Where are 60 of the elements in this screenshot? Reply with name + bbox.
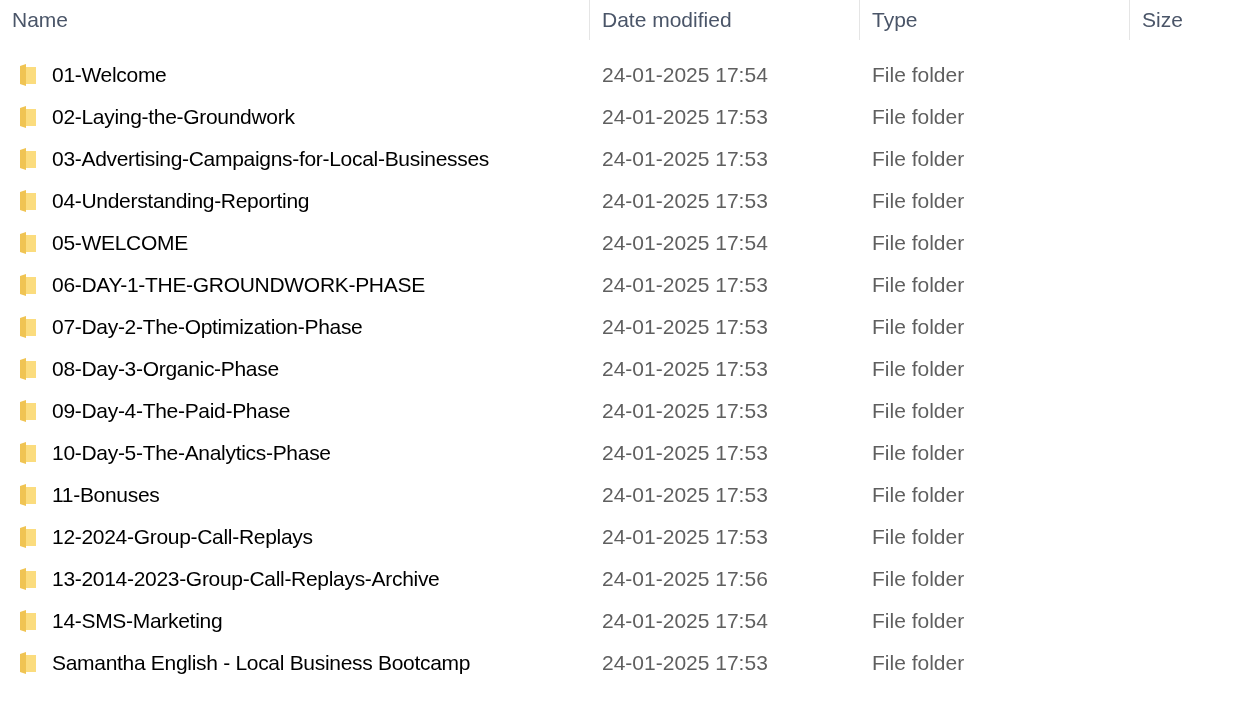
date-modified: 24-01-2025 17:54 [602,231,768,254]
folder-icon [18,189,38,213]
file-name[interactable]: 12-2024-Group-Call-Replays [52,525,313,549]
file-name[interactable]: 09-Day-4-The-Paid-Phase [52,399,291,423]
date-modified: 24-01-2025 17:53 [602,399,768,422]
folder-icon [18,609,38,633]
date-modified: 24-01-2025 17:56 [602,567,768,590]
date-modified: 24-01-2025 17:53 [602,105,768,128]
file-type: File folder [872,567,965,590]
folder-icon [18,357,38,381]
folder-icon [18,63,38,87]
file-type: File folder [872,105,965,128]
file-name[interactable]: 01-Welcome [52,63,167,87]
file-type: File folder [872,399,965,422]
file-type: File folder [872,357,965,380]
file-name[interactable]: 14-SMS-Marketing [52,609,223,633]
date-modified: 24-01-2025 17:53 [602,357,768,380]
folder-icon [18,525,38,549]
file-name[interactable]: 08-Day-3-Organic-Phase [52,357,279,381]
folder-icon [18,399,38,423]
file-type: File folder [872,651,965,674]
date-modified: 24-01-2025 17:53 [602,147,768,170]
file-type: File folder [872,609,965,632]
file-name[interactable]: 11-Bonuses [52,483,160,507]
file-type: File folder [872,231,965,254]
file-type: File folder [872,189,965,212]
folder-icon [18,147,38,171]
file-type: File folder [872,147,965,170]
file-name[interactable]: 03-Advertising-Campaigns-for-Local-Businesses [52,147,490,171]
file-type: File folder [872,273,965,296]
folder-icon [18,315,38,339]
file-name[interactable]: 13-2014-2023-Group-Call-Replays-Archive [52,567,440,591]
date-modified: 24-01-2025 17:53 [602,273,768,296]
date-modified: 24-01-2025 17:54 [602,63,768,86]
file-type: File folder [872,441,965,464]
date-modified: 24-01-2025 17:54 [602,609,768,632]
file-name[interactable]: 07-Day-2-The-Optimization-Phase [52,315,363,339]
file-type: File folder [872,315,965,338]
date-modified: 24-01-2025 17:53 [602,441,768,464]
folder-icon [18,651,38,675]
folder-icon [18,567,38,591]
folder-icon [18,105,38,129]
date-modified: 24-01-2025 17:53 [602,483,768,506]
file-name[interactable]: 02-Laying-the-Groundwork [52,105,295,129]
file-name[interactable]: 05-WELCOME [52,231,188,255]
folder-icon [18,273,38,297]
file-name[interactable]: 04-Understanding-Reporting [52,189,310,213]
folder-icon [18,231,38,255]
folder-icon [18,441,38,465]
file-name[interactable]: 10-Day-5-The-Analytics-Phase [52,441,331,465]
date-modified: 24-01-2025 17:53 [602,315,768,338]
file-name[interactable]: 06-DAY-1-THE-GROUNDWORK-PHASE [52,273,425,297]
file-type: File folder [872,63,965,86]
date-modified: 24-01-2025 17:53 [602,651,768,674]
folder-icon [18,483,38,507]
date-modified: 24-01-2025 17:53 [602,525,768,548]
file-type: File folder [872,483,965,506]
file-type: File folder [872,525,965,548]
file-name[interactable]: Samantha English - Local Business Bootcamp [52,651,471,675]
date-modified: 24-01-2025 17:53 [602,189,768,212]
